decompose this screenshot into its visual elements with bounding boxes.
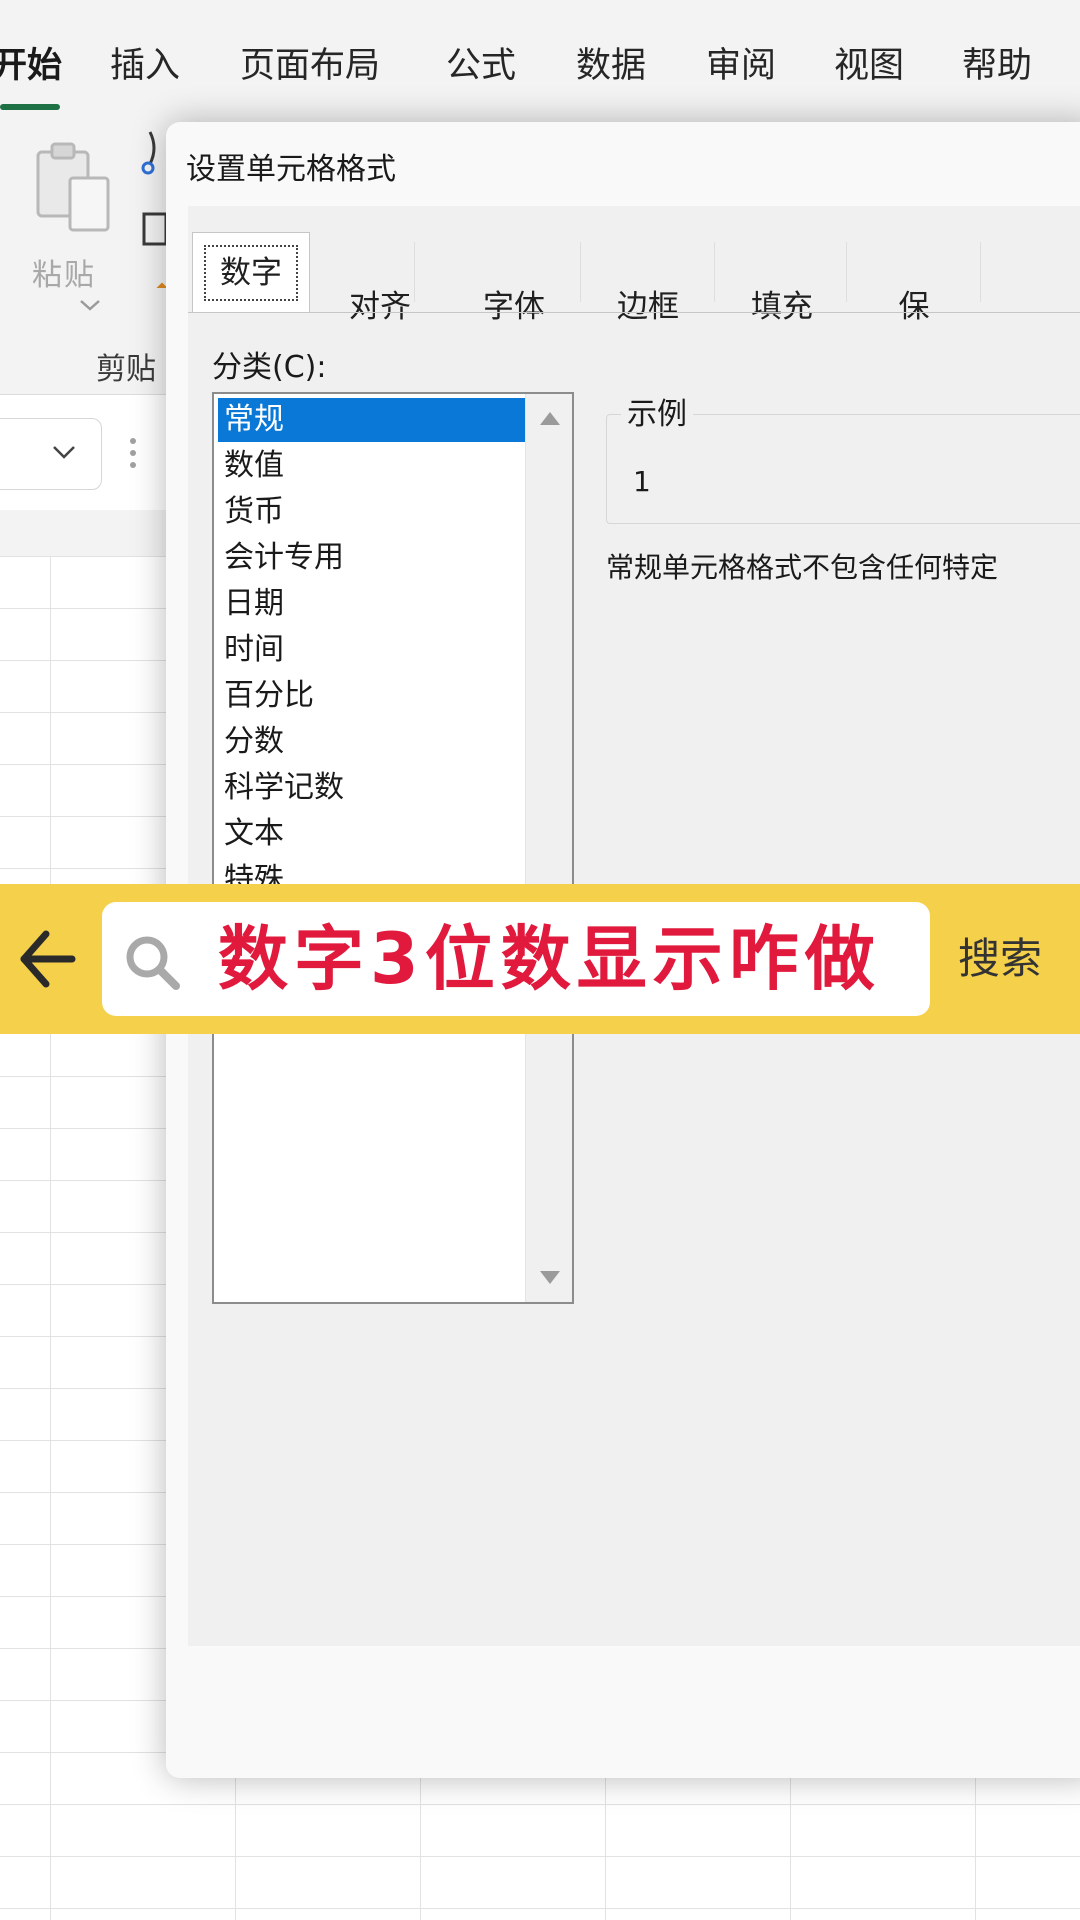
back-arrow-icon[interactable] xyxy=(16,924,78,994)
tab-number-label: 数字 xyxy=(204,245,298,301)
tab-page-layout[interactable]: 页面布局 xyxy=(240,44,380,88)
tab-number[interactable]: 数字 xyxy=(192,232,310,312)
search-input[interactable]: 数字3位数显示咋做 xyxy=(102,902,930,1016)
list-item[interactable]: 会计专用 xyxy=(218,536,532,580)
tab-divider xyxy=(714,242,715,302)
format-description: 常规单元格格式不包含任何特定 xyxy=(606,551,999,584)
tab-review[interactable]: 审阅 xyxy=(706,44,776,88)
sample-label: 示例 xyxy=(621,389,693,433)
list-item[interactable]: 时间 xyxy=(218,628,532,672)
more-options-icon[interactable] xyxy=(128,436,138,470)
list-item[interactable]: 文本 xyxy=(218,812,532,856)
paste-label: 粘贴 xyxy=(32,258,96,293)
list-item[interactable]: 常规 xyxy=(218,398,532,442)
chevron-down-icon[interactable] xyxy=(78,298,102,312)
scroll-up-icon[interactable] xyxy=(540,412,560,425)
scroll-down-icon[interactable] xyxy=(540,1271,560,1284)
tab-formulas[interactable]: 公式 xyxy=(446,44,516,88)
dialog-title: 设置单元格格式 xyxy=(186,152,396,187)
tab-insert[interactable]: 插入 xyxy=(110,44,180,88)
chevron-down-icon xyxy=(53,446,75,459)
tab-font[interactable]: 字体 xyxy=(448,272,580,342)
list-item[interactable]: 日期 xyxy=(218,582,532,626)
search-icon xyxy=(126,936,180,990)
name-box[interactable] xyxy=(0,418,102,490)
search-banner: 数字3位数显示咋做 搜索 xyxy=(0,884,1080,1034)
ribbon-tab-bar: 开始 插入 页面布局 公式 数据 审阅 视图 帮助 xyxy=(0,0,1080,118)
sample-value: 1 xyxy=(633,465,651,498)
tab-protection[interactable]: 保 xyxy=(848,272,980,342)
clipboard-group-label: 剪贴 xyxy=(96,352,156,387)
listbox-scrollbar[interactable] xyxy=(525,394,572,1302)
list-item[interactable]: 货币 xyxy=(218,490,532,534)
category-label: 分类(C): xyxy=(212,350,327,385)
list-item[interactable]: 科学记数 xyxy=(218,766,532,810)
search-query-text: 数字3位数显示咋做 xyxy=(218,918,881,1000)
tab-border[interactable]: 边框 xyxy=(582,272,714,342)
sample-group: 示例 1 xyxy=(606,389,1080,524)
paste-button[interactable]: 粘贴 xyxy=(22,138,122,318)
tab-divider xyxy=(980,242,981,302)
tab-alignment[interactable]: 对齐 xyxy=(314,272,446,342)
tab-help[interactable]: 帮助 xyxy=(962,44,1032,88)
list-item[interactable]: 分数 xyxy=(218,720,532,764)
tab-data[interactable]: 数据 xyxy=(576,44,646,88)
list-item[interactable]: 百分比 xyxy=(218,674,532,718)
tab-fill[interactable]: 填充 xyxy=(716,272,848,342)
dialog-footer xyxy=(166,1646,1080,1778)
tab-view[interactable]: 视图 xyxy=(834,44,904,88)
tab-home[interactable]: 开始 xyxy=(0,44,62,88)
tab-divider xyxy=(580,242,581,302)
active-tab-indicator xyxy=(0,104,60,110)
search-button[interactable]: 搜索 xyxy=(958,934,1042,984)
category-listbox[interactable]: 常规 数值 货币 会计专用 日期 时间 百分比 分数 科学记数 文本 特殊 xyxy=(212,392,574,1304)
tab-strip-border xyxy=(188,312,1080,313)
clipboard-icon xyxy=(36,142,110,232)
list-item[interactable]: 数值 xyxy=(218,444,532,488)
